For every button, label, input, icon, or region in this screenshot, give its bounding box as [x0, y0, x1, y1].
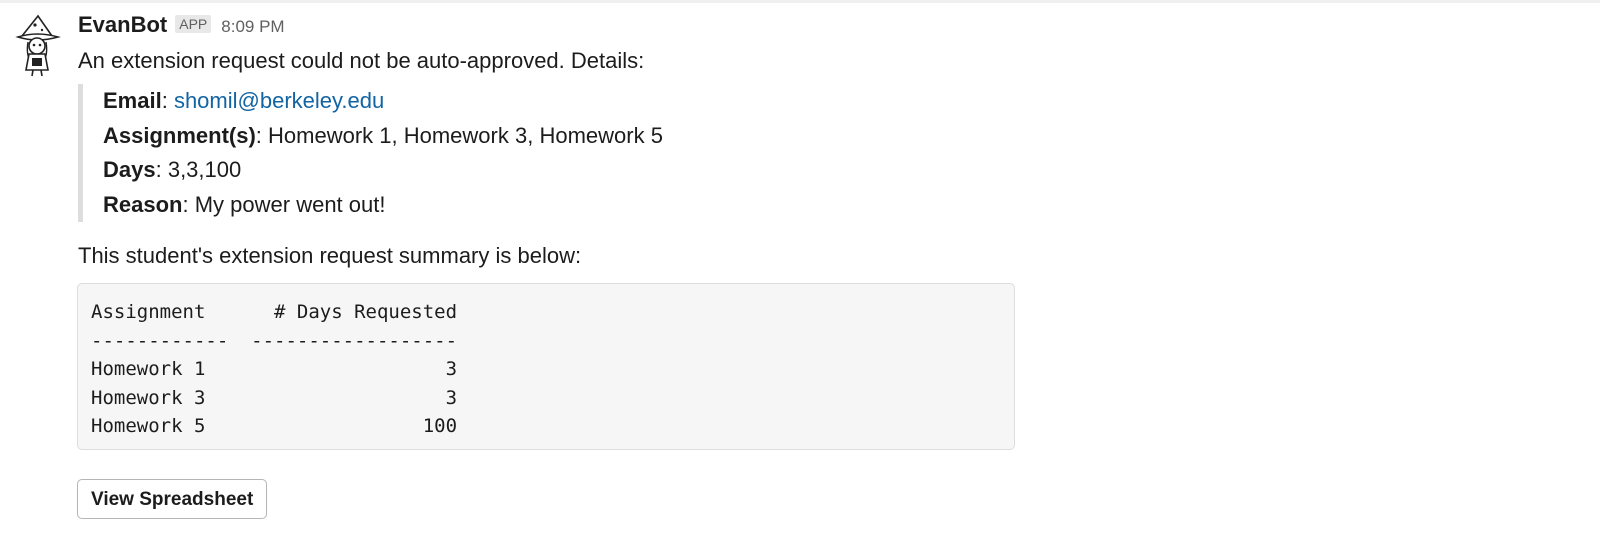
message-timestamp[interactable]: 8:09 PM [221, 17, 284, 37]
email-label: Email [103, 88, 162, 113]
message-header: EvanBot APP 8:09 PM [78, 12, 285, 42]
summary-header-row: Assignment # Days Requested [91, 301, 458, 323]
reason-value: My power went out! [194, 191, 386, 217]
summary-separator-row: ------------ ------------------ [91, 329, 458, 352]
assignments-label: Assignment(s) [103, 122, 256, 148]
email-link[interactable]: shomil@berkeley.edu [174, 88, 384, 113]
app-badge: APP [175, 15, 212, 33]
reason-line: Reason: My power went out! [103, 191, 386, 217]
view-spreadsheet-button[interactable]: View Spreadsheet [77, 479, 268, 519]
summary-intro-text: This student's extension request summary… [78, 243, 582, 268]
chat-message: EvanBot APP 8:09 PM An extension request… [0, 0, 1600, 544]
summary-table-row: Homework 3 3 [91, 386, 458, 409]
reason-label: Reason [103, 191, 183, 217]
sender-name[interactable]: EvanBot [78, 12, 167, 38]
days-value: 3,3,100 [167, 157, 242, 182]
email-line: Email: shomil@berkeley.edu [103, 88, 385, 113]
assignments-value: Homework 1, Homework 3, Homework 5 [268, 122, 663, 148]
summary-table-row: Homework 5 100 [91, 415, 458, 438]
summary-table-text: Assignment # Days Requested ------------ … [91, 298, 457, 441]
summary-code-block: Assignment # Days Requested ------------ … [77, 283, 1015, 450]
details-quote-block: Email: shomil@berkeley.edu Assignment(s)… [78, 84, 663, 222]
bot-avatar-icon[interactable] [8, 14, 66, 78]
message-intro-text: An extension request could not be auto-a… [78, 48, 645, 73]
days-line: Days: 3,3,100 [103, 157, 242, 182]
assignments-line: Assignment(s): Homework 1, Homework 3, H… [103, 122, 663, 148]
summary-table-row: Homework 1 3 [91, 358, 458, 381]
days-label: Days [103, 157, 156, 182]
